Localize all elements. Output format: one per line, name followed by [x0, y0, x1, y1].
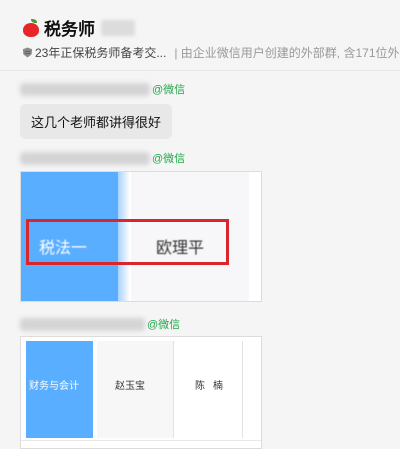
- chat-title-text: 税务师: [44, 20, 95, 39]
- sender-redacted: [20, 317, 145, 331]
- sender-name[interactable]: @微信: [20, 81, 185, 97]
- subject-label: 财务与会计: [29, 381, 79, 392]
- sender-suffix: @微信: [152, 153, 186, 165]
- title-redacted: [101, 19, 135, 36]
- chat-header: 税务师 23年正保税务师备考交... | 由企业微信用户创建的外部群, 含171…: [0, 0, 400, 71]
- chat-title[interactable]: 税务师: [22, 15, 135, 40]
- sender-suffix: @微信: [147, 319, 181, 331]
- teacher-name: 赵玉宝: [115, 381, 145, 392]
- highlight-box: [26, 219, 229, 265]
- teacher-name: 陈楠: [195, 381, 231, 392]
- group-subtitle: 23年正保税务师备考交... | 由企业微信用户创建的外部群, 含171位外: [22, 44, 400, 61]
- group-name[interactable]: 23年正保税务师备考交...: [35, 44, 166, 61]
- sender-redacted: [20, 151, 150, 165]
- sender-name[interactable]: @微信: [20, 150, 185, 166]
- message-bubble[interactable]: 这几个老师都讲得很好: [20, 104, 173, 139]
- apple-emoji-icon: [22, 18, 40, 37]
- sender-redacted: [20, 82, 150, 96]
- group-note: | 由企业微信用户创建的外部群, 含171位外: [174, 46, 400, 60]
- sender-name[interactable]: @微信: [20, 316, 180, 332]
- image-message[interactable]: 财务与会计 赵玉宝 陈楠: [20, 336, 262, 449]
- sender-suffix: @微信: [152, 84, 186, 96]
- external-group-icon: [22, 47, 33, 58]
